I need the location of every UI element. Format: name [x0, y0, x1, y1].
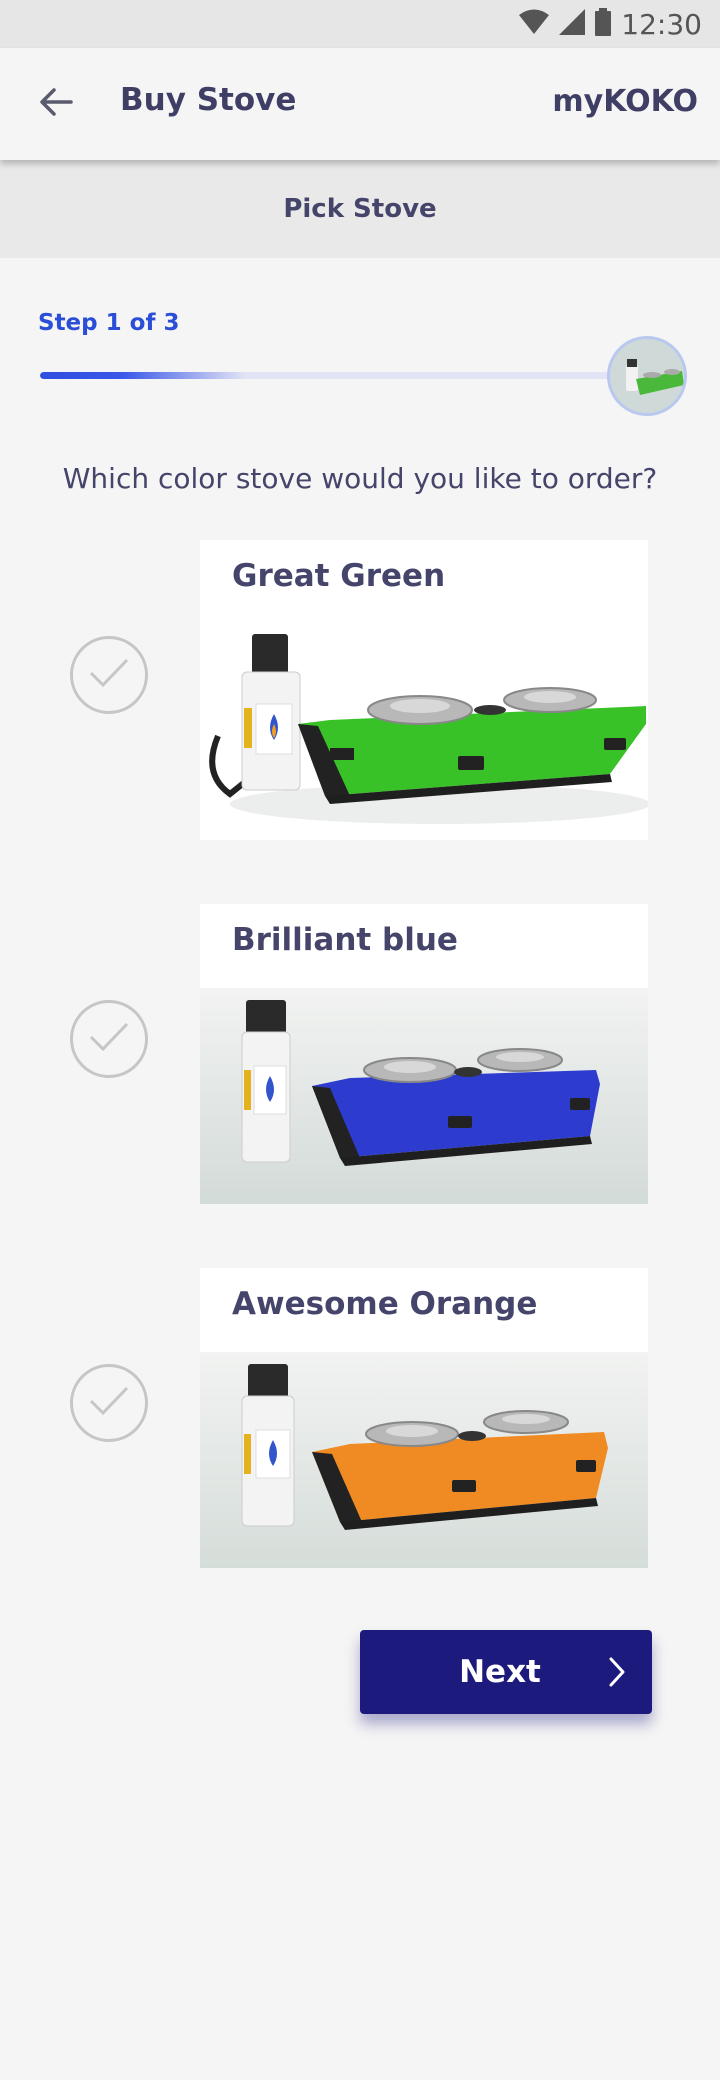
progress-fill: [40, 372, 246, 379]
select-checkbox[interactable]: [70, 1000, 148, 1078]
back-button[interactable]: [30, 78, 82, 130]
question-text: Which color stove would you like to orde…: [62, 462, 658, 495]
blue-stove-image: [200, 988, 648, 1204]
stove-option-blue[interactable]: Brilliant blue: [0, 904, 720, 1204]
status-bar: 12:30: [0, 0, 720, 48]
next-button[interactable]: Next: [360, 1630, 652, 1714]
status-icons: 12:30: [519, 7, 702, 41]
checkmark-icon: [87, 1019, 131, 1059]
brand-name: myKOKO: [552, 84, 698, 119]
page-title: Buy Stove: [120, 82, 297, 118]
wifi-icon: [519, 9, 550, 39]
cellular-signal-icon: [559, 9, 586, 39]
battery-icon: [595, 8, 612, 40]
stove-card[interactable]: Great Green: [200, 540, 648, 840]
step-indicator: Step 1 of 3: [38, 310, 180, 336]
stove-card[interactable]: Awesome Orange: [200, 1268, 648, 1568]
green-stove-image: [200, 624, 648, 840]
progress-track: [40, 372, 662, 379]
stove-option-orange[interactable]: Awesome Orange: [0, 1268, 720, 1568]
stove-color-label: Brilliant blue: [232, 922, 458, 958]
arrow-left-icon: [39, 87, 73, 121]
stove-color-label: Great Green: [232, 558, 446, 594]
app-bar: Buy Stove myKOKO: [0, 48, 720, 160]
progress-thumbnail: [607, 336, 687, 416]
stove-option-green[interactable]: Great Green: [0, 540, 720, 840]
status-time: 12:30: [621, 7, 702, 41]
chevron-right-icon: [608, 1656, 626, 1692]
section-header: Pick Stove: [0, 160, 720, 258]
stove-color-label: Awesome Orange: [232, 1286, 538, 1322]
checkmark-icon: [87, 1383, 131, 1423]
next-button-label: Next: [459, 1654, 541, 1690]
select-checkbox[interactable]: [70, 636, 148, 714]
checkmark-icon: [87, 655, 131, 695]
section-title: Pick Stove: [283, 194, 437, 224]
stove-card[interactable]: Brilliant blue: [200, 904, 648, 1204]
select-checkbox[interactable]: [70, 1364, 148, 1442]
orange-stove-image: [200, 1352, 648, 1568]
